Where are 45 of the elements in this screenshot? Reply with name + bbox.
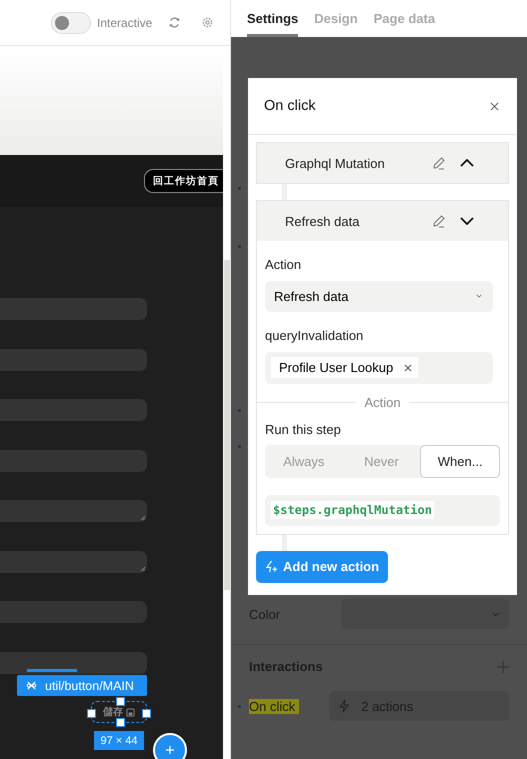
toggle-label: Interactive [97,16,152,30]
query-tag[interactable]: Profile User Lookup [271,357,418,378]
action-header[interactable]: Refresh data [257,201,508,241]
component-name: util/button/MAIN [45,678,134,692]
lightning-icon [339,699,350,713]
color-select[interactable] [341,599,509,629]
field-label: queryInvalidation [265,328,364,343]
resize-grip-icon [140,515,146,521]
action-name: Refresh data [285,214,360,228]
size-badge: 97 × 44 [94,731,144,750]
chevron-down-icon [476,294,482,298]
event-label: On click [249,698,300,714]
resize-handle[interactable] [116,697,125,706]
interactive-toggle[interactable] [51,12,91,34]
chevron-up-icon[interactable] [460,159,474,167]
home-button[interactable]: 回工作坊首頁 [144,169,223,193]
pencil-icon[interactable] [432,214,446,228]
resize-handle[interactable] [116,718,125,727]
resize-handle[interactable] [87,709,96,718]
save-icon [126,708,135,716]
run-option[interactable]: When... [420,445,500,478]
divider-label: Action [364,395,401,410]
remove-icon[interactable] [404,364,412,372]
lightning-plus-icon [265,560,278,573]
panel-tab[interactable]: Settings [247,2,298,37]
close-icon[interactable] [490,102,499,110]
resize-grip-icon [140,566,146,572]
field-label: Run this step [265,422,342,436]
pencil-icon[interactable] [432,156,446,170]
query-select[interactable]: Profile User Lookup [265,352,493,384]
action-select[interactable]: Refresh data [265,280,493,312]
plus-icon [165,745,175,755]
component-icon [26,680,37,691]
field-label: Action [265,257,302,272]
refresh-icon[interactable] [168,16,182,29]
settings-icon[interactable] [201,16,214,29]
dialog-title: On click [264,98,316,114]
action-header[interactable]: Graphql Mutation [257,143,508,183]
chevron-down-icon [492,612,499,616]
input-field[interactable] [0,652,147,674]
action-name: Graphql Mutation [285,156,386,170]
resize-handle[interactable] [142,709,151,718]
chevron-down-icon[interactable] [460,217,474,225]
add-button[interactable] [153,733,187,759]
scrollbar[interactable] [224,260,230,590]
